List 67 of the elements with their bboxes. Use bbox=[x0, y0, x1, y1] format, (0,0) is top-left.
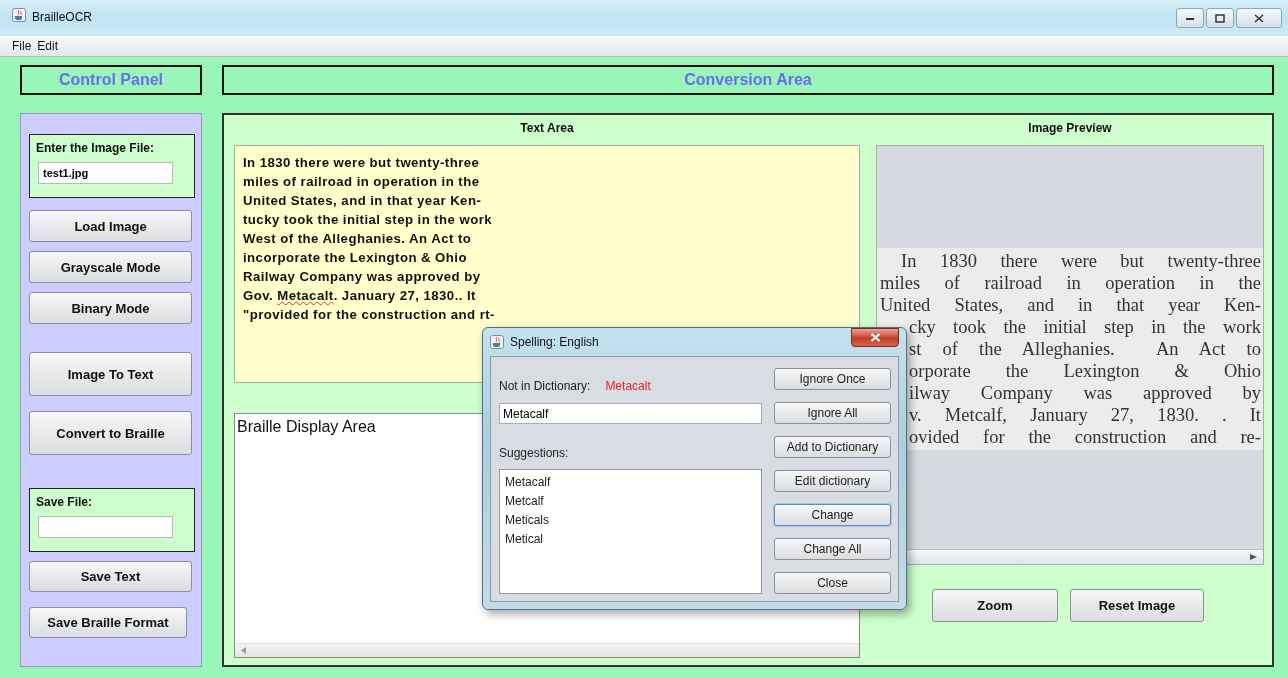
maximize-button[interactable] bbox=[1206, 8, 1234, 28]
minimize-icon bbox=[1185, 15, 1195, 21]
right-arrow-icon[interactable] bbox=[1250, 554, 1257, 560]
mode-button[interactable]: Load Image bbox=[29, 210, 192, 242]
dialog-button[interactable]: Ignore All bbox=[774, 402, 891, 424]
section-title: Image Preview bbox=[1028, 120, 1112, 137]
text-line: United States, and in that year Ken- bbox=[243, 192, 482, 210]
text-line: tucky took the initial step in the work bbox=[243, 211, 493, 229]
scan-text-line: st of the Alleghanies. An Act to bbox=[909, 338, 1261, 360]
suggestion-item[interactable]: Metcalf bbox=[505, 492, 756, 511]
panel-header: Conversion Area bbox=[222, 65, 1274, 95]
save-file-field[interactable] bbox=[38, 516, 173, 538]
scan-text-line: United States, and in that year Ken- bbox=[880, 294, 1261, 316]
suggestion-item[interactable]: Meticals bbox=[505, 511, 756, 530]
scan-text-line: ilway Company was approved by bbox=[909, 382, 1261, 404]
mode-button[interactable]: Binary Mode bbox=[29, 292, 192, 324]
dialog-button[interactable]: Add to Dictionary bbox=[774, 436, 891, 458]
scan-text-line: v. Metcalf, January 27, 1830. . It bbox=[909, 404, 1261, 426]
scan-text-line: ovided for the construction and re- bbox=[909, 426, 1261, 448]
action-button[interactable]: Convert to Braille bbox=[29, 411, 192, 455]
field-label: Not in Dictionary: bbox=[499, 379, 591, 393]
dialog-button[interactable]: Change All bbox=[774, 538, 891, 560]
dialog-button[interactable]: Change bbox=[774, 504, 891, 526]
action-button[interactable]: Image To Text bbox=[29, 352, 192, 396]
mode-button[interactable]: Grayscale Mode bbox=[29, 251, 192, 283]
text-line: Railway Company was approved by bbox=[243, 268, 481, 286]
preview-button[interactable]: Zoom bbox=[932, 589, 1058, 622]
scan-text-line: orporate the Lexington & Ohio bbox=[909, 360, 1261, 382]
close-button[interactable] bbox=[1236, 8, 1282, 28]
preview-button[interactable]: Reset Image bbox=[1070, 589, 1204, 622]
close-icon bbox=[1254, 13, 1264, 23]
text-line: West of the Alleghanies. An Act to bbox=[243, 230, 472, 248]
replacement-field[interactable]: Metacalf bbox=[499, 403, 762, 424]
maximize-icon bbox=[1215, 13, 1225, 23]
group-label: Enter the Image File: bbox=[36, 141, 156, 155]
dialog-button[interactable]: Close bbox=[774, 572, 891, 594]
dialog-title: Spelling: English bbox=[510, 335, 599, 349]
dialog-button[interactable]: Ignore Once bbox=[774, 368, 891, 390]
menu-item[interactable]: Edit bbox=[37, 39, 59, 53]
menu-item[interactable]: File bbox=[12, 39, 32, 53]
panel-header: Control Panel bbox=[20, 65, 202, 95]
window-title: BrailleOCR bbox=[32, 10, 92, 24]
minimize-button[interactable] bbox=[1176, 8, 1204, 28]
text-line: In 1830 there were but twenty-three bbox=[243, 154, 480, 172]
horizontal-scrollbar[interactable] bbox=[235, 643, 859, 657]
java-cup-icon bbox=[490, 335, 504, 349]
text-line: miles of railroad in operation in the bbox=[243, 173, 480, 191]
text-line: incorporate the Lexington & Ohio bbox=[243, 249, 467, 267]
group-label: Save File: bbox=[36, 495, 94, 509]
suggestion-item[interactable]: Metacalf bbox=[505, 473, 756, 492]
suggestion-item[interactable]: Metical bbox=[505, 530, 756, 549]
field-label: Suggestions: bbox=[499, 446, 570, 460]
close-icon bbox=[869, 333, 881, 342]
misspelled-word: Metacalt bbox=[605, 379, 651, 393]
close-button[interactable] bbox=[851, 328, 899, 347]
dialog-button[interactable]: Edit dictionary bbox=[774, 470, 891, 492]
braille-placeholder-text: Braille Display Area bbox=[237, 418, 376, 436]
save-button[interactable]: Save Text bbox=[29, 561, 192, 592]
image-file-field[interactable]: test1.jpg bbox=[38, 162, 173, 184]
text-line: "provided for the construction and rt- bbox=[243, 306, 495, 324]
scan-text-line: cky took the initial step in the work bbox=[909, 316, 1261, 338]
save-button[interactable]: Save Braille Format bbox=[29, 607, 187, 638]
scan-text-line: miles of railroad in operation in the bbox=[880, 272, 1261, 294]
section-title: Text Area bbox=[520, 120, 574, 137]
java-cup-icon bbox=[12, 8, 26, 22]
text-line: Gov. Metacalt. January 27, 1830.. It bbox=[243, 287, 476, 305]
scan-text-line: In 1830 there were but twenty-three bbox=[901, 250, 1261, 272]
